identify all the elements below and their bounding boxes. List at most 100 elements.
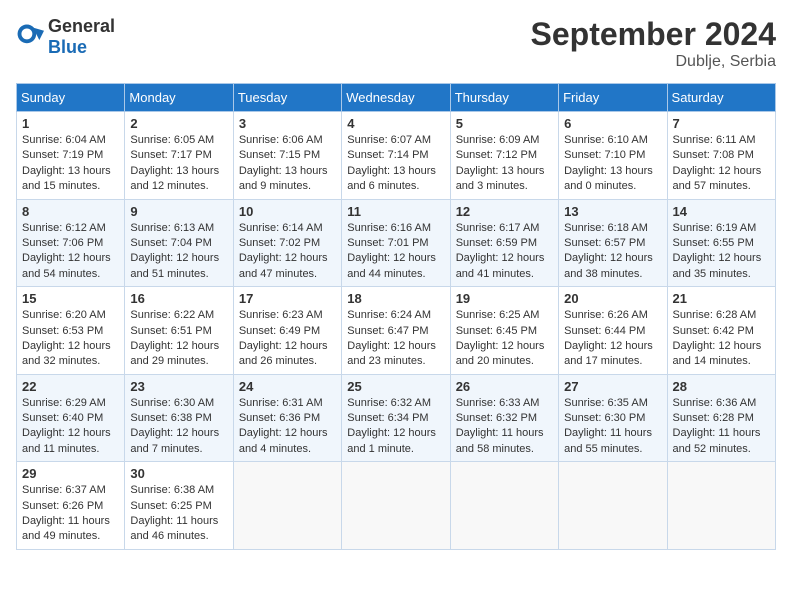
header-sunday: Sunday: [17, 84, 125, 112]
calendar-week-row: 29 Sunrise: 6:37 AM Sunset: 6:26 PM Dayl…: [17, 462, 776, 550]
calendar-cell: 18 Sunrise: 6:24 AM Sunset: 6:47 PM Dayl…: [342, 287, 450, 375]
sunrise: Sunrise: 6:38 AM: [130, 484, 214, 496]
calendar-week-row: 8 Sunrise: 6:12 AM Sunset: 7:06 PM Dayli…: [17, 199, 776, 287]
daylight: Daylight: 11 hours and 46 minutes.: [130, 515, 218, 542]
day-number: 25: [347, 379, 444, 394]
page-header: General Blue September 2024 Dublje, Serb…: [16, 16, 776, 71]
day-number: 28: [673, 379, 770, 394]
calendar-week-row: 15 Sunrise: 6:20 AM Sunset: 6:53 PM Dayl…: [17, 287, 776, 375]
day-info: Sunrise: 6:07 AM Sunset: 7:14 PM Dayligh…: [347, 133, 444, 195]
day-info: Sunrise: 6:37 AM Sunset: 6:26 PM Dayligh…: [22, 483, 119, 545]
calendar-cell: 15 Sunrise: 6:20 AM Sunset: 6:53 PM Dayl…: [17, 287, 125, 375]
sunrise: Sunrise: 6:37 AM: [22, 484, 106, 496]
sunrise: Sunrise: 6:06 AM: [239, 134, 323, 146]
day-info: Sunrise: 6:13 AM Sunset: 7:04 PM Dayligh…: [130, 221, 227, 283]
day-info: Sunrise: 6:14 AM Sunset: 7:02 PM Dayligh…: [239, 221, 336, 283]
daylight: Daylight: 12 hours and 32 minutes.: [22, 340, 111, 367]
daylight: Daylight: 12 hours and 44 minutes.: [347, 252, 436, 279]
daylight: Daylight: 12 hours and 11 minutes.: [22, 427, 111, 454]
calendar-cell: 3 Sunrise: 6:06 AM Sunset: 7:15 PM Dayli…: [233, 112, 341, 200]
sunrise: Sunrise: 6:29 AM: [22, 397, 106, 409]
calendar-cell: 24 Sunrise: 6:31 AM Sunset: 6:36 PM Dayl…: [233, 374, 341, 462]
daylight: Daylight: 11 hours and 52 minutes.: [673, 427, 761, 454]
sunset: Sunset: 6:42 PM: [673, 325, 754, 337]
calendar-cell: 23 Sunrise: 6:30 AM Sunset: 6:38 PM Dayl…: [125, 374, 233, 462]
calendar-cell: 19 Sunrise: 6:25 AM Sunset: 6:45 PM Dayl…: [450, 287, 558, 375]
calendar-cell: 27 Sunrise: 6:35 AM Sunset: 6:30 PM Dayl…: [559, 374, 667, 462]
day-number: 12: [456, 204, 553, 219]
daylight: Daylight: 11 hours and 55 minutes.: [564, 427, 652, 454]
daylight: Daylight: 12 hours and 47 minutes.: [239, 252, 328, 279]
sunset: Sunset: 6:49 PM: [239, 325, 320, 337]
sunset: Sunset: 7:17 PM: [130, 149, 211, 161]
sunrise: Sunrise: 6:33 AM: [456, 397, 540, 409]
day-info: Sunrise: 6:32 AM Sunset: 6:34 PM Dayligh…: [347, 396, 444, 458]
sunset: Sunset: 7:12 PM: [456, 149, 537, 161]
header-wednesday: Wednesday: [342, 84, 450, 112]
sunset: Sunset: 6:38 PM: [130, 412, 211, 424]
day-info: Sunrise: 6:16 AM Sunset: 7:01 PM Dayligh…: [347, 221, 444, 283]
day-info: Sunrise: 6:28 AM Sunset: 6:42 PM Dayligh…: [673, 308, 770, 370]
weekday-header-row: Sunday Monday Tuesday Wednesday Thursday…: [17, 84, 776, 112]
daylight: Daylight: 12 hours and 57 minutes.: [673, 165, 762, 192]
daylight: Daylight: 12 hours and 20 minutes.: [456, 340, 545, 367]
sunrise: Sunrise: 6:10 AM: [564, 134, 648, 146]
logo: General Blue: [16, 16, 115, 58]
daylight: Daylight: 11 hours and 49 minutes.: [22, 515, 110, 542]
daylight: Daylight: 13 hours and 15 minutes.: [22, 165, 111, 192]
sunset: Sunset: 6:57 PM: [564, 237, 645, 249]
calendar-cell: 1 Sunrise: 6:04 AM Sunset: 7:19 PM Dayli…: [17, 112, 125, 200]
calendar-cell: 5 Sunrise: 6:09 AM Sunset: 7:12 PM Dayli…: [450, 112, 558, 200]
sunrise: Sunrise: 6:23 AM: [239, 309, 323, 321]
sunrise: Sunrise: 6:19 AM: [673, 222, 757, 234]
day-info: Sunrise: 6:38 AM Sunset: 6:25 PM Dayligh…: [130, 483, 227, 545]
location: Dublje, Serbia: [531, 53, 776, 71]
calendar-cell: 13 Sunrise: 6:18 AM Sunset: 6:57 PM Dayl…: [559, 199, 667, 287]
day-info: Sunrise: 6:12 AM Sunset: 7:06 PM Dayligh…: [22, 221, 119, 283]
sunrise: Sunrise: 6:04 AM: [22, 134, 106, 146]
day-info: Sunrise: 6:24 AM Sunset: 6:47 PM Dayligh…: [347, 308, 444, 370]
calendar-cell: 12 Sunrise: 6:17 AM Sunset: 6:59 PM Dayl…: [450, 199, 558, 287]
daylight: Daylight: 13 hours and 0 minutes.: [564, 165, 653, 192]
sunset: Sunset: 7:15 PM: [239, 149, 320, 161]
day-info: Sunrise: 6:04 AM Sunset: 7:19 PM Dayligh…: [22, 133, 119, 195]
sunset: Sunset: 6:28 PM: [673, 412, 754, 424]
day-info: Sunrise: 6:09 AM Sunset: 7:12 PM Dayligh…: [456, 133, 553, 195]
header-monday: Monday: [125, 84, 233, 112]
calendar-cell: [450, 462, 558, 550]
sunset: Sunset: 6:55 PM: [673, 237, 754, 249]
calendar-cell: 22 Sunrise: 6:29 AM Sunset: 6:40 PM Dayl…: [17, 374, 125, 462]
daylight: Daylight: 11 hours and 58 minutes.: [456, 427, 544, 454]
sunrise: Sunrise: 6:28 AM: [673, 309, 757, 321]
daylight: Daylight: 12 hours and 17 minutes.: [564, 340, 653, 367]
day-info: Sunrise: 6:36 AM Sunset: 6:28 PM Dayligh…: [673, 396, 770, 458]
daylight: Daylight: 12 hours and 23 minutes.: [347, 340, 436, 367]
day-number: 13: [564, 204, 661, 219]
day-info: Sunrise: 6:23 AM Sunset: 6:49 PM Dayligh…: [239, 308, 336, 370]
day-number: 22: [22, 379, 119, 394]
sunset: Sunset: 6:51 PM: [130, 325, 211, 337]
daylight: Daylight: 12 hours and 7 minutes.: [130, 427, 219, 454]
day-number: 29: [22, 466, 119, 481]
calendar-cell: 29 Sunrise: 6:37 AM Sunset: 6:26 PM Dayl…: [17, 462, 125, 550]
day-info: Sunrise: 6:06 AM Sunset: 7:15 PM Dayligh…: [239, 133, 336, 195]
calendar-cell: 25 Sunrise: 6:32 AM Sunset: 6:34 PM Dayl…: [342, 374, 450, 462]
day-number: 9: [130, 204, 227, 219]
calendar-cell: 21 Sunrise: 6:28 AM Sunset: 6:42 PM Dayl…: [667, 287, 775, 375]
sunrise: Sunrise: 6:20 AM: [22, 309, 106, 321]
sunset: Sunset: 6:36 PM: [239, 412, 320, 424]
daylight: Daylight: 12 hours and 14 minutes.: [673, 340, 762, 367]
daylight: Daylight: 12 hours and 26 minutes.: [239, 340, 328, 367]
calendar-cell: 16 Sunrise: 6:22 AM Sunset: 6:51 PM Dayl…: [125, 287, 233, 375]
calendar-cell: 17 Sunrise: 6:23 AM Sunset: 6:49 PM Dayl…: [233, 287, 341, 375]
day-info: Sunrise: 6:31 AM Sunset: 6:36 PM Dayligh…: [239, 396, 336, 458]
daylight: Daylight: 12 hours and 4 minutes.: [239, 427, 328, 454]
sunset: Sunset: 7:04 PM: [130, 237, 211, 249]
sunset: Sunset: 7:10 PM: [564, 149, 645, 161]
sunset: Sunset: 7:06 PM: [22, 237, 103, 249]
sunset: Sunset: 6:47 PM: [347, 325, 428, 337]
day-number: 15: [22, 291, 119, 306]
sunset: Sunset: 6:45 PM: [456, 325, 537, 337]
day-info: Sunrise: 6:26 AM Sunset: 6:44 PM Dayligh…: [564, 308, 661, 370]
calendar-cell: 14 Sunrise: 6:19 AM Sunset: 6:55 PM Dayl…: [667, 199, 775, 287]
